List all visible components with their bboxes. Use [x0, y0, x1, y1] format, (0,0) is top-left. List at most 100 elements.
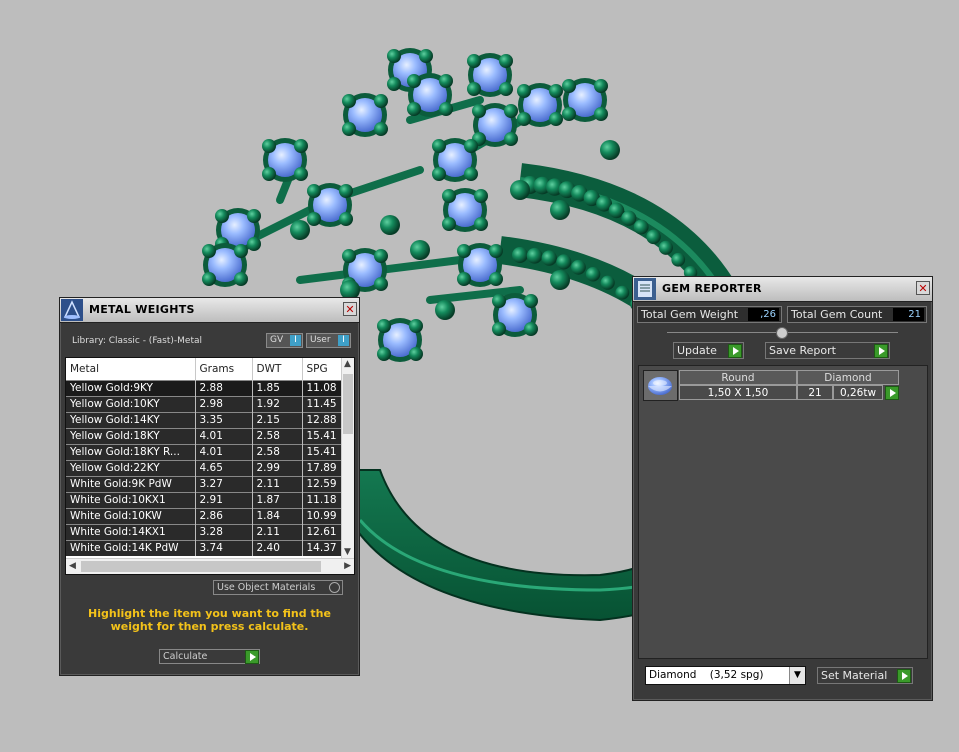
gem-weight: 0,26tw — [833, 385, 883, 400]
gem-shape-header: Round — [679, 370, 797, 385]
radio-icon — [329, 582, 340, 593]
table-header-row: Metal Grams DWT SPG — [66, 358, 343, 381]
column-header-spg[interactable]: SPG — [302, 358, 343, 381]
metal-name-cell: Yellow Gold:18KY R... — [66, 444, 196, 461]
dwt-cell: 2.99 — [252, 460, 303, 477]
total-gem-count-value: 21 — [893, 308, 924, 321]
gem-thumbnail — [643, 370, 678, 401]
total-gem-weight: Total Gem Weight ,26 — [637, 306, 782, 323]
spg-cell: 12.59 — [302, 476, 343, 493]
scroll-thumb[interactable] — [343, 374, 353, 434]
table-row[interactable]: Yellow Gold:9KY 2.88 1.85 11.08 — [66, 380, 343, 397]
play-icon — [245, 650, 259, 664]
metal-name-cell: White Gold:14KX1 — [66, 524, 196, 541]
metal-name-cell: White Gold:10KW — [66, 508, 196, 525]
table-row[interactable]: White Gold:10KW 2.86 1.84 10.99 — [66, 508, 343, 525]
table-row[interactable]: White Gold:9K PdW 3.27 2.11 12.59 — [66, 476, 343, 493]
table-row[interactable]: White Gold:14KX1 3.28 2.11 12.61 — [66, 524, 343, 541]
grams-cell: 4.65 — [195, 460, 253, 477]
table-row[interactable]: White Gold:10KX1 2.91 1.87 11.18 — [66, 492, 343, 509]
grams-cell: 2.86 — [195, 508, 253, 525]
spg-cell: 15.41 — [302, 444, 343, 461]
metal-name-cell: White Gold:9K PdW — [66, 476, 196, 493]
gem-reporter-panel: GEM REPORTER ✕ Total Gem Weight ,26 Tota… — [632, 276, 933, 701]
metal-name-cell: Yellow Gold:9KY — [66, 380, 196, 397]
dwt-cell: 2.15 — [252, 412, 303, 429]
metal-name-cell: Yellow Gold:10KY — [66, 396, 196, 413]
gem-list: Round Diamond 1,50 X 1,50 21 0,26tw — [638, 365, 928, 659]
column-header-metal[interactable]: Metal — [66, 358, 196, 381]
grams-cell: 2.91 — [195, 492, 253, 509]
library-label: Library: Classic - (Fast)-Metal — [72, 336, 203, 346]
save-report-button[interactable]: Save Report — [765, 342, 890, 359]
hint-text: Highlight the item you want to find the … — [88, 607, 331, 633]
metal-name-cell: Yellow Gold:14KY — [66, 412, 196, 429]
user-toggle[interactable]: User I — [306, 333, 351, 348]
grams-cell: 4.01 — [195, 444, 253, 461]
dwt-cell: 1.84 — [252, 508, 303, 525]
gv-indicator: I — [290, 335, 301, 346]
metal-name-cell: White Gold:10KX1 — [66, 492, 196, 509]
grams-cell: 3.27 — [195, 476, 253, 493]
hscroll-thumb[interactable] — [81, 561, 321, 572]
gv-toggle[interactable]: GV I — [266, 333, 303, 348]
grams-cell: 3.74 — [195, 540, 253, 556]
close-icon[interactable]: ✕ — [916, 281, 930, 295]
spg-cell: 11.08 — [302, 380, 343, 397]
table-row[interactable]: White Gold:14K PdW 3.74 2.40 14.37 — [66, 540, 343, 556]
metal-weights-title: METAL WEIGHTS — [89, 303, 195, 316]
total-gem-weight-value: ,26 — [748, 308, 779, 321]
table-row[interactable]: Yellow Gold:22KY 4.65 2.99 17.89 — [66, 460, 343, 477]
grams-cell: 3.35 — [195, 412, 253, 429]
spg-cell: 17.89 — [302, 460, 343, 477]
spg-cell: 12.88 — [302, 412, 343, 429]
gem-material-header: Diamond — [797, 370, 899, 385]
dwt-cell: 2.40 — [252, 540, 303, 556]
gem-row[interactable]: Round Diamond 1,50 X 1,50 21 0,26tw — [643, 370, 905, 402]
vertical-scrollbar[interactable]: ▲ ▼ — [341, 358, 354, 558]
update-button[interactable]: Update — [673, 342, 744, 359]
play-icon — [897, 669, 911, 683]
chevron-down-icon[interactable]: ▼ — [789, 667, 805, 684]
metal-table[interactable]: Metal Grams DWT SPG Yellow Gold:9KY 2.88 1… — [65, 357, 355, 575]
spg-cell: 14.37 — [302, 540, 343, 556]
user-indicator: I — [338, 335, 349, 346]
material-select[interactable]: Diamond (3,52 spg) ▼ — [645, 666, 806, 685]
spg-cell: 15.41 — [302, 428, 343, 445]
gem-reporter-titlebar[interactable]: GEM REPORTER ✕ — [633, 277, 932, 302]
scroll-up-icon[interactable]: ▲ — [344, 359, 351, 369]
calculate-button[interactable]: Calculate — [159, 649, 260, 664]
column-header-dwt[interactable]: DWT — [252, 358, 303, 381]
gem-row-play-icon[interactable] — [885, 386, 899, 400]
gem-size: 1,50 X 1,50 — [679, 385, 797, 400]
splitter-handle[interactable] — [776, 327, 788, 339]
horizontal-scrollbar[interactable]: ◀ ▶ — [66, 558, 354, 574]
metal-name-cell: White Gold:14K PdW — [66, 540, 196, 556]
gem-count: 21 — [797, 385, 833, 400]
table-row[interactable]: Yellow Gold:14KY 3.35 2.15 12.88 — [66, 412, 343, 429]
table-row[interactable]: Yellow Gold:18KY R... 4.01 2.58 15.41 — [66, 444, 343, 461]
dwt-cell: 1.92 — [252, 396, 303, 413]
spg-cell: 10.99 — [302, 508, 343, 525]
round-gem-icon — [648, 377, 672, 395]
scale-icon — [61, 299, 83, 321]
scroll-down-icon[interactable]: ▼ — [344, 547, 351, 557]
dwt-cell: 2.58 — [252, 428, 303, 445]
metal-weights-titlebar[interactable]: METAL WEIGHTS ✕ — [60, 298, 359, 323]
metal-name-cell: Yellow Gold:22KY — [66, 460, 196, 477]
set-material-button[interactable]: Set Material — [817, 667, 913, 684]
play-icon — [874, 344, 888, 358]
dwt-cell: 2.58 — [252, 444, 303, 461]
scroll-left-icon[interactable]: ◀ — [69, 561, 76, 571]
spg-cell: 12.61 — [302, 524, 343, 541]
table-row[interactable]: Yellow Gold:10KY 2.98 1.92 11.45 — [66, 396, 343, 413]
close-icon[interactable]: ✕ — [343, 302, 357, 316]
use-object-materials-toggle[interactable]: Use Object Materials — [213, 580, 343, 595]
grams-cell: 4.01 — [195, 428, 253, 445]
scroll-right-icon[interactable]: ▶ — [344, 561, 351, 571]
metal-name-cell: Yellow Gold:18KY — [66, 428, 196, 445]
dwt-cell: 1.87 — [252, 492, 303, 509]
table-row[interactable]: Yellow Gold:18KY 4.01 2.58 15.41 — [66, 428, 343, 445]
grams-cell: 2.98 — [195, 396, 253, 413]
column-header-grams[interactable]: Grams — [195, 358, 253, 381]
